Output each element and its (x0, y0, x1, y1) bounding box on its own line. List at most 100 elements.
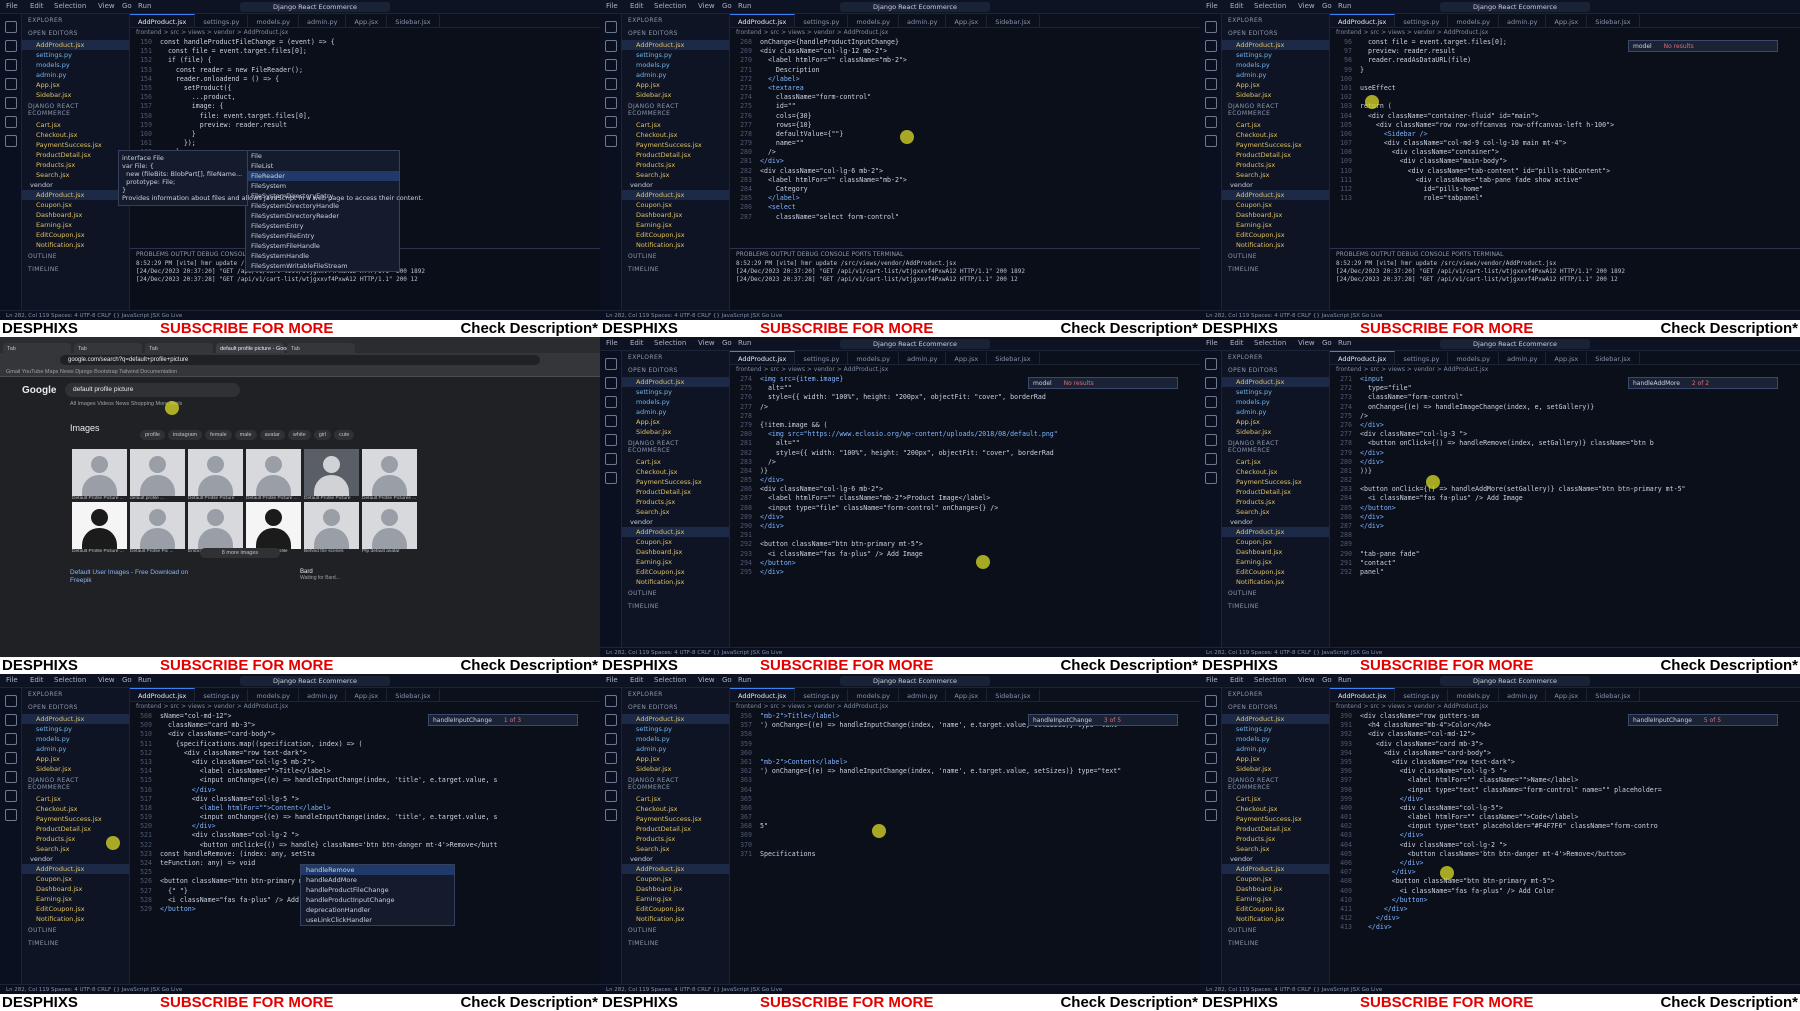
open-editor-item[interactable]: admin.py (22, 744, 129, 754)
file-item[interactable]: Coupon.jsx (22, 874, 129, 884)
search-icon[interactable] (605, 714, 617, 726)
file-item[interactable]: Checkout.jsx (1222, 130, 1329, 140)
suggest-item[interactable]: useLinkClickHandler (301, 915, 454, 925)
open-editor-item[interactable]: App.jsx (22, 80, 129, 90)
menu-view[interactable]: View (98, 676, 115, 684)
open-editors-heading[interactable]: OPEN EDITORS (22, 27, 129, 40)
menu-view[interactable]: View (698, 339, 715, 347)
file-item[interactable]: Products.jsx (1222, 160, 1329, 170)
code-editor[interactable]: 274 <img src={item.image} 275 alt="" 276 st… (730, 375, 1200, 647)
outline-heading[interactable]: OUTLINE (622, 924, 729, 937)
file-item[interactable]: Cart.jsx (22, 794, 129, 804)
open-editor-item[interactable]: settings.py (622, 724, 729, 734)
menu-file[interactable]: File (1206, 676, 1218, 684)
open-editors-heading[interactable]: OPEN EDITORS (622, 27, 729, 40)
menu-view[interactable]: View (98, 2, 115, 10)
filter-chip[interactable]: avatar (259, 430, 285, 440)
file-item[interactable]: Dashboard.jsx (622, 547, 729, 557)
code-editor[interactable]: 268 onChange={handleProductInputChange} 26… (730, 38, 1200, 248)
file-item[interactable]: Coupon.jsx (1222, 874, 1329, 884)
command-center-search[interactable]: Django React Ecommerce (840, 339, 990, 349)
find-input[interactable]: handleAddMore (1633, 380, 1680, 387)
code-editor[interactable]: 390 <div className="row gutters-sm 391 <h4… (1330, 712, 1800, 984)
file-item[interactable]: EditCoupon.jsx (1222, 567, 1329, 577)
find-widget[interactable]: handleAddMore 2 of 2 (1628, 377, 1778, 389)
file-item[interactable]: AddProduct.jsx (1222, 864, 1329, 874)
tab-app-jsx[interactable]: App.jsx (946, 689, 988, 701)
command-center-search[interactable]: Django React Ecommerce (840, 2, 990, 12)
open-editor-item[interactable]: AddProduct.jsx (1222, 377, 1329, 387)
menu-run[interactable]: Run (1338, 339, 1351, 347)
menu-view[interactable]: View (698, 2, 715, 10)
tab-addproduct-jsx[interactable]: AddProduct.jsx (130, 688, 196, 701)
extensions-icon[interactable] (1205, 97, 1217, 109)
command-center-search[interactable]: Django React Ecommerce (240, 2, 390, 12)
remote-icon[interactable] (1205, 453, 1217, 465)
timeline-heading[interactable]: TIMELINE (1222, 263, 1329, 276)
file-item[interactable]: Earning.jsx (622, 557, 729, 567)
outline-heading[interactable]: OUTLINE (1222, 587, 1329, 600)
file-item[interactable]: Coupon.jsx (622, 537, 729, 547)
menu-go[interactable]: Go (722, 676, 732, 684)
open-editor-item[interactable]: Sidebar.jsx (1222, 90, 1329, 100)
menu-file[interactable]: File (606, 339, 618, 347)
file-item[interactable]: Checkout.jsx (622, 804, 729, 814)
timeline-heading[interactable]: TIMELINE (622, 937, 729, 950)
file-item[interactable]: Search.jsx (622, 844, 729, 854)
open-editor-item[interactable]: admin.py (1222, 744, 1329, 754)
tab-models-py[interactable]: models.py (1448, 352, 1500, 364)
testing-icon[interactable] (605, 135, 617, 147)
open-editor-item[interactable]: Sidebar.jsx (1222, 764, 1329, 774)
explorer-icon[interactable] (1205, 21, 1217, 33)
project-heading[interactable]: DJANGO REACT ECOMMERCE (622, 437, 729, 457)
tab-sidebar-jsx[interactable]: Sidebar.jsx (1587, 15, 1640, 27)
suggest-item[interactable]: FileSystem (246, 181, 399, 191)
timeline-heading[interactable]: TIMELINE (22, 263, 129, 276)
file-item[interactable]: Notification.jsx (1222, 914, 1329, 924)
image-result[interactable] (246, 449, 301, 496)
file-item[interactable]: ProductDetail.jsx (1222, 824, 1329, 834)
tab-settings-py[interactable]: settings.py (195, 689, 249, 701)
run-debug-icon[interactable] (1205, 78, 1217, 90)
suggest-item[interactable]: FileList (246, 161, 399, 171)
project-heading[interactable]: DJANGO REACT ECOMMERCE (622, 774, 729, 794)
tab-app-jsx[interactable]: App.jsx (346, 15, 388, 27)
file-item[interactable]: ProductDetail.jsx (622, 824, 729, 834)
tab-settings-py[interactable]: settings.py (195, 15, 249, 27)
source-control-icon[interactable] (605, 733, 617, 745)
menu-go[interactable]: Go (1322, 2, 1332, 10)
open-editor-item[interactable]: settings.py (1222, 50, 1329, 60)
file-item[interactable]: Dashboard.jsx (622, 884, 729, 894)
folder-vendor[interactable]: vendor (1222, 854, 1329, 864)
file-item[interactable]: Notification.jsx (22, 240, 129, 250)
extensions-icon[interactable] (1205, 434, 1217, 446)
tab-app-jsx[interactable]: App.jsx (1546, 15, 1588, 27)
menu-go[interactable]: Go (1322, 339, 1332, 347)
file-item[interactable]: Coupon.jsx (622, 200, 729, 210)
menu-edit[interactable]: Edit (1230, 339, 1244, 347)
outline-heading[interactable]: OUTLINE (622, 250, 729, 263)
testing-icon[interactable] (5, 809, 17, 821)
open-editors-heading[interactable]: OPEN EDITORS (622, 701, 729, 714)
tab-admin-py[interactable]: admin.py (1499, 352, 1547, 364)
file-item[interactable]: Search.jsx (622, 507, 729, 517)
tab-app-jsx[interactable]: App.jsx (1546, 352, 1588, 364)
testing-icon[interactable] (5, 135, 17, 147)
remote-icon[interactable] (5, 116, 17, 128)
file-item[interactable]: Products.jsx (622, 160, 729, 170)
open-editor-item[interactable]: AddProduct.jsx (622, 377, 729, 387)
suggest-item[interactable]: FileSystemDirectoryReader (246, 211, 399, 221)
remote-icon[interactable] (5, 790, 17, 802)
find-widget[interactable]: model No results (1028, 377, 1178, 389)
file-item[interactable]: Products.jsx (1222, 497, 1329, 507)
file-item[interactable]: Dashboard.jsx (622, 210, 729, 220)
remote-icon[interactable] (605, 116, 617, 128)
menu-selection[interactable]: Selection (1254, 2, 1286, 10)
source-control-icon[interactable] (1205, 59, 1217, 71)
file-item[interactable]: AddProduct.jsx (22, 190, 129, 200)
file-item[interactable]: Earning.jsx (1222, 894, 1329, 904)
menu-go[interactable]: Go (1322, 676, 1332, 684)
extensions-icon[interactable] (605, 771, 617, 783)
search-icon[interactable] (605, 377, 617, 389)
command-center-search[interactable]: Django React Ecommerce (1440, 676, 1590, 686)
